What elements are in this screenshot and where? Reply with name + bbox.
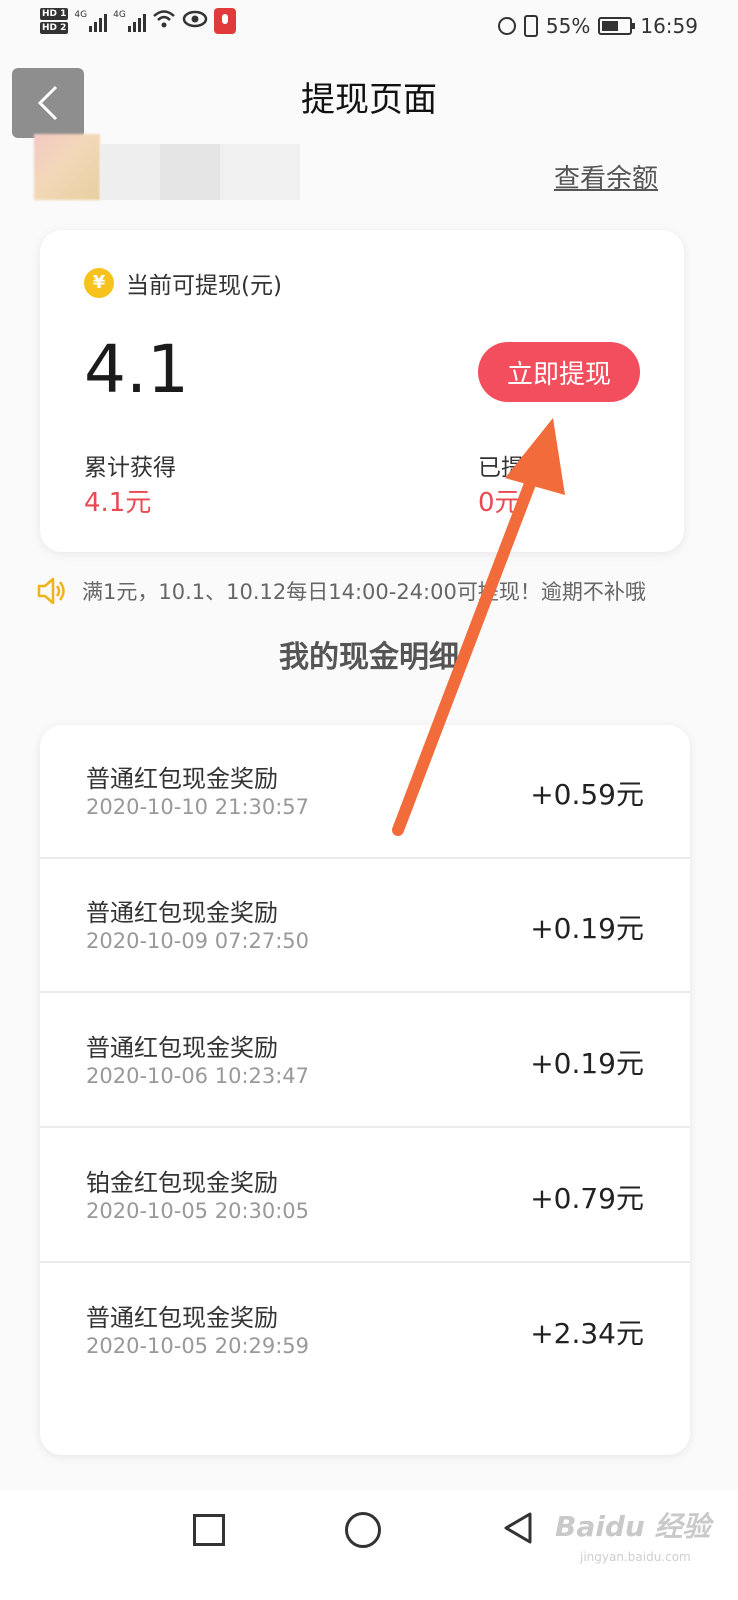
list-item[interactable]: 普通红包现金奖励 2020-10-06 10:23:47 +0.19元 xyxy=(40,994,690,1128)
available-amount: 4.1 xyxy=(84,331,189,408)
transaction-amount: +0.59元 xyxy=(530,778,644,811)
cumulative-label: 累计获得 xyxy=(84,455,176,481)
view-balance-link[interactable]: 查看余额 xyxy=(554,158,658,195)
transaction-title: 普通红包现金奖励 xyxy=(86,1034,278,1062)
list-item[interactable]: 铂金红包现金奖励 2020-10-05 20:30:05 +0.79元 xyxy=(40,1129,690,1263)
available-label: 当前可提现(元) xyxy=(126,273,282,299)
notice-row: 满1元，10.1、10.12每日14:00-24:00可提现！逾期不补哦 xyxy=(36,574,716,608)
wifi-icon xyxy=(152,9,176,34)
recent-apps-icon[interactable] xyxy=(193,1514,225,1546)
status-right: 55% 16:59 xyxy=(497,14,698,38)
vibrate-icon xyxy=(523,15,538,37)
back-triangle-icon[interactable] xyxy=(500,1510,536,1546)
withdraw-card: ¥ 当前可提现(元) 4.1 立即提现 累计获得 4.1元 已提现 0元 xyxy=(40,230,684,552)
home-icon[interactable] xyxy=(345,1512,381,1548)
transaction-time: 2020-10-09 07:27:50 xyxy=(86,929,310,953)
transaction-time: 2020-10-05 20:29:59 xyxy=(86,1334,310,1358)
transaction-title: 普通红包现金奖励 xyxy=(86,1304,278,1332)
page-title: 提现页面 xyxy=(301,80,437,120)
alarm-icon xyxy=(497,17,516,35)
transaction-amount: +0.79元 xyxy=(530,1182,644,1215)
watermark-url: jingyan.baidu.com xyxy=(580,1550,691,1564)
transaction-title: 铂金红包现金奖励 xyxy=(86,1169,278,1197)
hd2-badge: HD 2 xyxy=(40,22,69,34)
yen-coin-icon: ¥ xyxy=(84,268,114,298)
section-title: 我的现金明细 xyxy=(279,640,459,675)
transaction-time: 2020-10-05 20:30:05 xyxy=(86,1199,310,1223)
transaction-title: 普通红包现金奖励 xyxy=(86,899,278,927)
transaction-amount: +2.34元 xyxy=(530,1317,644,1350)
transaction-time: 2020-10-06 10:23:47 xyxy=(86,1064,310,1088)
hd1-badge: HD 1 xyxy=(40,8,69,20)
signal-icon: 4G xyxy=(74,10,108,32)
eye-icon xyxy=(182,10,208,33)
transaction-amount: +0.19元 xyxy=(530,912,644,945)
list-item[interactable]: 普通红包现金奖励 2020-10-09 07:27:50 +0.19元 xyxy=(40,859,690,993)
network-type-2: 4G xyxy=(113,10,126,20)
withdraw-now-button[interactable]: 立即提现 xyxy=(478,342,640,402)
speaker-icon xyxy=(37,577,65,605)
battery-percent: 55% xyxy=(545,14,591,38)
transaction-time: 2020-10-10 21:30:57 xyxy=(86,795,310,819)
withdrawn-label: 已提现 xyxy=(478,455,547,481)
transaction-title: 普通红包现金奖励 xyxy=(86,765,278,793)
transaction-amount: +0.19元 xyxy=(530,1047,644,1080)
withdrawn-value: 0元 xyxy=(478,488,521,518)
username-blurred xyxy=(100,144,300,200)
network-type-1: 4G xyxy=(74,10,88,20)
signal-icon-2: 4G xyxy=(113,10,146,32)
hd-indicators: HD 1 HD 2 xyxy=(40,8,69,34)
clock: 16:59 xyxy=(640,14,698,38)
mic-icon xyxy=(213,8,236,34)
status-left: HD 1 HD 2 4G 4G xyxy=(40,8,236,34)
withdraw-page: HD 1 HD 2 4G 4G 55% 16:59 提现页面 查看余额 ¥ 当前… xyxy=(0,0,738,1600)
list-item[interactable]: 普通红包现金奖励 2020-10-10 21:30:57 +0.59元 xyxy=(40,725,690,859)
cumulative-value: 4.1元 xyxy=(84,488,152,518)
transaction-list: 普通红包现金奖励 2020-10-10 21:30:57 +0.59元 普通红包… xyxy=(40,725,690,1455)
list-item[interactable]: 普通红包现金奖励 2020-10-05 20:29:59 +2.34元 xyxy=(40,1264,690,1398)
user-info xyxy=(34,134,324,202)
watermark-logo: Baidu 经验 xyxy=(555,1510,711,1543)
status-bar: HD 1 HD 2 4G 4G 55% 16:59 xyxy=(0,0,738,54)
avatar xyxy=(34,134,100,200)
notice-text: 满1元，10.1、10.12每日14:00-24:00可提现！逾期不补哦 xyxy=(82,580,646,604)
battery-icon xyxy=(598,17,636,35)
